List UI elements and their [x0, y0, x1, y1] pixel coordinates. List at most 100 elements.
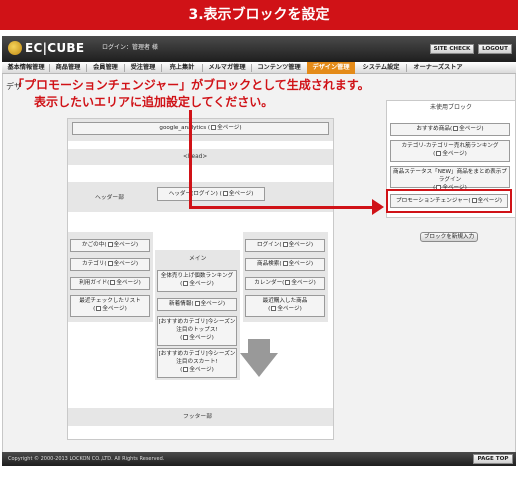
- all-pages-checkbox[interactable]: [194, 301, 200, 306]
- block-ranking[interactable]: 全体売り上げ個数ランキング(全ページ): [157, 270, 237, 292]
- block-label: 最近チェックしたリスト: [79, 298, 141, 304]
- header-label: ヘッダー部: [95, 195, 124, 201]
- nav-item-sales[interactable]: 売上集計: [163, 62, 201, 74]
- all-pages-checkbox[interactable]: [285, 280, 291, 285]
- nav-separator: [49, 64, 50, 72]
- all-pages-label: 全ページ: [116, 280, 139, 286]
- all-pages-label: 全ページ: [459, 126, 482, 132]
- all-pages-checkbox[interactable]: [271, 306, 277, 311]
- all-pages-label: 全ページ: [288, 261, 311, 267]
- block-label: 新着情報: [168, 301, 192, 307]
- block-label: 商品ステータス「NEW」商品をまとめ表示プラグイン: [393, 169, 507, 183]
- all-pages-checkbox[interactable]: [436, 151, 442, 156]
- unused-blocks-title: 未使用ブロック: [429, 104, 472, 111]
- block-calendar[interactable]: カレンダー(全ページ): [245, 277, 325, 290]
- all-pages-checkbox[interactable]: [183, 367, 189, 372]
- all-pages-label: 全ページ: [189, 335, 212, 341]
- callout-line-1: 「プロモーションチェンジャー」がブロックとして生成されます。: [12, 78, 370, 92]
- nav-item-owners-store[interactable]: オーナーズストア: [408, 62, 468, 74]
- block-recently-purchased[interactable]: 最近購入した商品(全ページ): [245, 295, 325, 317]
- annotation-arrow-vertical: [189, 110, 192, 208]
- block-label: 利用ガイド: [79, 280, 108, 286]
- annotation-arrow-horizontal: [189, 206, 372, 209]
- nav-item-contents[interactable]: コンテンツ管理: [253, 62, 305, 74]
- all-pages-label: 全ページ: [228, 191, 252, 197]
- all-pages-checkbox[interactable]: [211, 125, 217, 130]
- all-pages-label: 全ページ: [217, 125, 240, 131]
- block-label: かごの中: [81, 242, 105, 248]
- all-pages-checkbox[interactable]: [282, 242, 288, 247]
- login-user-text: ログイン：管理者 様: [102, 44, 158, 51]
- block-category[interactable]: カテゴリ(全ページ): [70, 258, 150, 271]
- annotation-arrowhead-icon: [372, 199, 384, 215]
- all-pages-checkbox[interactable]: [222, 191, 228, 196]
- block-recommended-products[interactable]: おすすめ商品(全ページ): [390, 123, 510, 136]
- all-pages-checkbox[interactable]: [107, 261, 113, 266]
- nav-item-basic-info[interactable]: 基本情報管理: [4, 62, 48, 74]
- block-label: ログイン: [256, 242, 280, 248]
- new-block-button[interactable]: ブロックを新規入力: [420, 232, 478, 242]
- all-pages-checkbox[interactable]: [183, 281, 189, 286]
- all-pages-label: 全ページ: [113, 261, 136, 267]
- block-label: おすすめ商品: [416, 126, 450, 132]
- nav-item-orders[interactable]: 受注管理: [126, 62, 160, 74]
- eccube-logo: EC|CUBE: [8, 40, 96, 56]
- annotation-highlight-box: [386, 189, 512, 213]
- block-label: 全体売り上げ個数ランキング: [160, 273, 234, 279]
- nav-item-design[interactable]: デザイン管理: [307, 62, 355, 74]
- all-pages-checkbox[interactable]: [96, 306, 102, 311]
- logo-text: EC|CUBE: [25, 41, 85, 55]
- drag-arrow-down-icon: [240, 353, 278, 377]
- block-label: google_analytics: [159, 125, 207, 131]
- block-category-ranking[interactable]: カテゴリ-カテゴリー売れ筋ランキング(全ページ): [390, 140, 510, 162]
- all-pages-label: 全ページ: [277, 306, 300, 312]
- all-pages-checkbox[interactable]: [282, 261, 288, 266]
- block-label: カレンダー: [254, 280, 283, 286]
- all-pages-label: 全ページ: [288, 242, 311, 248]
- block-news[interactable]: 新着情報(全ページ): [157, 298, 237, 311]
- block-guide[interactable]: 利用ガイド(全ページ): [70, 277, 150, 290]
- block-recommend-tops[interactable]: [おすすめカテゴリ]今シーズン注目のトップス!(全ページ): [157, 316, 237, 346]
- all-pages-label: 全ページ: [291, 280, 314, 286]
- site-check-button[interactable]: SITE CHECK: [430, 44, 474, 54]
- block-login[interactable]: ログイン(全ページ): [245, 239, 325, 252]
- copyright-text: Copyright © 2000-2013 LOCKON CO.,LTD. Al…: [8, 456, 165, 462]
- block-new-status-plugin[interactable]: 商品ステータス「NEW」商品をまとめ表示プラグイン(全ページ): [390, 166, 510, 191]
- page-banner-title: 3.表示ブロックを設定: [0, 0, 518, 30]
- nav-item-customers[interactable]: 会員管理: [88, 62, 123, 74]
- block-cart[interactable]: かごの中(全ページ): [70, 239, 150, 252]
- all-pages-label: 全ページ: [113, 242, 136, 248]
- main-label: メイン: [189, 256, 207, 262]
- all-pages-label: 全ページ: [442, 151, 465, 157]
- block-search[interactable]: 商品検索(全ページ): [245, 258, 325, 271]
- block-header-login[interactable]: ヘッダー(ログイン) (全ページ): [157, 187, 265, 201]
- nav-item-mailmag[interactable]: メルマガ管理: [204, 62, 250, 74]
- nav-item-products[interactable]: 商品管理: [51, 62, 85, 74]
- nav-separator: [86, 64, 87, 72]
- all-pages-checkbox[interactable]: [183, 335, 189, 340]
- all-pages-label: 全ページ: [189, 281, 212, 287]
- block-label: カテゴリ-カテゴリー売れ筋ランキング: [401, 143, 499, 149]
- drag-arrow-body: [248, 339, 270, 353]
- block-recently-viewed[interactable]: 最近チェックしたリスト(全ページ): [70, 295, 150, 317]
- all-pages-checkbox[interactable]: [110, 280, 116, 285]
- block-label: [おすすめカテゴリ]今シーズン注目のスカート!: [158, 351, 236, 365]
- all-pages-checkbox[interactable]: [107, 242, 113, 247]
- block-recommend-skirt[interactable]: [おすすめカテゴリ]今シーズン注目のスカート!(全ページ): [157, 348, 237, 378]
- all-pages-label: 全ページ: [189, 367, 212, 373]
- nav-separator: [251, 64, 252, 72]
- all-pages-checkbox[interactable]: [453, 126, 459, 131]
- logout-button[interactable]: LOGOUT: [478, 44, 512, 54]
- head-label: <head>: [183, 154, 208, 160]
- block-label: 商品検索: [256, 261, 280, 267]
- block-google-analytics[interactable]: google_analytics (全ページ): [72, 122, 329, 135]
- block-label: ヘッダー(ログイン): [168, 191, 218, 197]
- nav-item-system[interactable]: システム設定: [357, 62, 405, 74]
- callout-line-2: 表示したいエリアに追加設定してください。: [34, 95, 274, 109]
- nav-separator: [161, 64, 162, 72]
- nav-separator: [202, 64, 203, 72]
- logo-mark-icon: [8, 41, 22, 55]
- block-label: カテゴリ: [81, 261, 105, 267]
- page-top-button[interactable]: PAGE TOP: [473, 454, 513, 464]
- all-pages-label: 全ページ: [200, 301, 223, 307]
